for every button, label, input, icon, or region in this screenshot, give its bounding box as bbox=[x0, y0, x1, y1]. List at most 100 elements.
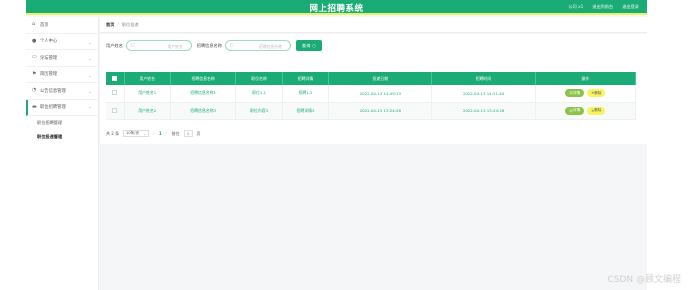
header-links: 公司 x1 退出到前台 退出登录 bbox=[568, 4, 639, 10]
submenu-item-job-delivery[interactable]: 职位投递管理 bbox=[26, 130, 98, 144]
table-cell: 招聘信息名称1 bbox=[170, 85, 237, 103]
table-cell: 招聘信息名称3 bbox=[170, 102, 237, 120]
submenu-item-job-recruitment[interactable]: 职位招聘管理 bbox=[26, 116, 98, 130]
table-cell: 2022-04-13 14:49:13 bbox=[328, 85, 433, 103]
user-icon: ● bbox=[32, 37, 37, 44]
row-checkbox-cell bbox=[106, 85, 125, 103]
table-cell: 招聘详情3 bbox=[282, 102, 330, 120]
chevron-down-icon: ⌄ bbox=[88, 89, 92, 94]
column-header: 招聘信息名称 bbox=[170, 72, 237, 85]
table-row: 用户姓名1 招聘信息名称1 职位1.1 招聘1.2 2022-04-13 14:… bbox=[106, 85, 637, 103]
search-label-username: 用户姓名 bbox=[106, 42, 123, 48]
sidebar-item-forum[interactable]: ▭ 论坛管理 ⌄ bbox=[26, 50, 98, 67]
prev-page-icon[interactable]: ‹ bbox=[153, 131, 155, 136]
next-page-icon[interactable]: › bbox=[166, 131, 168, 136]
search-bar: 用户姓名 ○ 用户姓名 招聘信息名称 ○ 招聘信息名称 查询 ○ bbox=[106, 40, 322, 51]
sidebar-item-label: 公告信息管理 bbox=[40, 88, 66, 94]
select-all-checkbox-cell bbox=[106, 72, 125, 85]
input-placeholder: 招聘信息名称 bbox=[259, 44, 282, 49]
sidebar-item-personal-center[interactable]: ● 个人中心 ⌄ bbox=[26, 34, 98, 50]
table-cell: 2022-04-13 13:24:28 bbox=[431, 102, 536, 120]
page-size-value: 10条/页 bbox=[126, 131, 140, 135]
chevron-up-icon: ⌃ bbox=[88, 105, 92, 111]
column-header: 投递日期 bbox=[328, 72, 433, 85]
header-link-logout[interactable]: 退出登录 bbox=[622, 4, 639, 10]
column-header: 用户姓名 bbox=[124, 72, 171, 85]
content-panel: 用户姓名 ○ 用户姓名 招聘信息名称 ○ 招聘信息名称 查询 ○ 用户姓名 招聘… bbox=[100, 34, 647, 144]
watermark: CSDN @顾文编程 bbox=[607, 275, 681, 285]
breadcrumb-home[interactable]: 首页 bbox=[106, 22, 114, 28]
sidebar-item-home[interactable]: ⌂ 首页 bbox=[26, 17, 98, 34]
detail-button[interactable]: ☺ 详情 bbox=[565, 106, 585, 115]
job-info-search-input[interactable]: ○ 招聘信息名称 bbox=[224, 40, 291, 51]
page-unit-label: 页 bbox=[196, 130, 201, 136]
detail-button-label: 详情 bbox=[572, 108, 581, 112]
sidebar: ⌂ 首页 ● 个人中心 ⌄ ▭ 论坛管理 ⌄ ⚑ 简历管理 ⌄ ◔ 公告信息管理… bbox=[26, 17, 99, 290]
page-size-select[interactable]: 10条/页 ⌄ bbox=[123, 130, 150, 137]
pagination: 共 2 条 10条/页 ⌄ ‹ 1 › 前往 1 页 bbox=[106, 130, 201, 137]
sidebar-item-label: 简历管理 bbox=[40, 72, 58, 78]
search-icon: ○ bbox=[229, 43, 234, 48]
table-row: 用户姓名2 招聘信息名称3 职位内容3 招聘详情3 2022-04-13 13:… bbox=[106, 102, 637, 120]
search-label-job-info: 招聘信息名称 bbox=[196, 42, 222, 48]
chevron-down-icon: ⌄ bbox=[88, 56, 92, 61]
pagination-total: 共 2 条 bbox=[106, 130, 120, 136]
breadcrumb: 首页 / 职位投递 bbox=[100, 17, 647, 33]
column-header: 操作 bbox=[535, 72, 637, 85]
column-header: 职位名称 bbox=[235, 72, 283, 85]
sidebar-item-notice[interactable]: ◔ 公告信息管理 ⌄ bbox=[26, 83, 98, 100]
goto-page-input[interactable]: 1 bbox=[183, 130, 193, 137]
table-cell: 用户姓名2 bbox=[124, 102, 171, 120]
delete-button[interactable]: ✕ 删除 bbox=[587, 89, 606, 98]
page-number[interactable]: 1 bbox=[159, 131, 162, 136]
header-link-frontend[interactable]: 退出到前台 bbox=[592, 4, 613, 10]
username-search-input[interactable]: ○ 用户姓名 bbox=[125, 40, 192, 51]
delete-button[interactable]: ✕ 删除 bbox=[587, 106, 606, 115]
table-header-row: 用户姓名 招聘信息名称 职位名称 招聘详情 投递日期 招聘时间 操作 bbox=[106, 72, 637, 85]
table-cell: 2022-04-13 14:51:40 bbox=[431, 85, 536, 103]
input-placeholder: 用户姓名 bbox=[167, 44, 183, 49]
top-header: 网上招聘系统 公司 x1 退出到前台 退出登录 bbox=[26, 0, 647, 15]
sidebar-item-label: 个人中心 bbox=[40, 39, 58, 45]
row-checkbox-cell bbox=[106, 102, 125, 120]
sidebar-item-resume[interactable]: ⚑ 简历管理 ⌄ bbox=[26, 67, 98, 83]
table-cell: 用户姓名1 bbox=[124, 85, 171, 103]
table-cell: 职位1.1 bbox=[235, 85, 283, 103]
row-checkbox[interactable] bbox=[112, 90, 118, 96]
notice-icon: ◔ bbox=[32, 87, 37, 94]
goto-label: 前往 bbox=[171, 130, 180, 136]
table-cell-actions: ☺ 详情 ✕ 删除 bbox=[535, 85, 637, 103]
table-cell-actions: ☺ 详情 ✕ 删除 bbox=[535, 102, 637, 120]
breadcrumb-current: 职位投递 bbox=[121, 21, 139, 27]
forum-icon: ▭ bbox=[32, 54, 37, 61]
select-all-checkbox[interactable] bbox=[112, 75, 118, 81]
delete-button-label: 删除 bbox=[594, 108, 602, 112]
app-window: 网上招聘系统 公司 x1 退出到前台 退出登录 ⌂ 首页 ● 个人中心 ⌄ ▭ … bbox=[26, 0, 647, 290]
column-header: 招聘详情 bbox=[282, 72, 330, 85]
header-link-company[interactable]: 公司 x1 bbox=[568, 4, 583, 10]
sidebar-item-label: 论坛管理 bbox=[40, 55, 58, 61]
flag-icon: ⚑ bbox=[32, 70, 37, 77]
sidebar-item-label: 职位招聘管理 bbox=[40, 105, 66, 111]
data-table: 用户姓名 招聘信息名称 职位名称 招聘详情 投递日期 招聘时间 操作 用户姓名1… bbox=[106, 72, 637, 120]
site-title: 网上招聘系统 bbox=[309, 4, 364, 14]
chevron-down-icon: ⌄ bbox=[88, 39, 92, 45]
search-button-label: 查询 bbox=[301, 42, 311, 48]
sidebar-item-job-recruitment[interactable]: ▬ 职位招聘管理 ⌃ bbox=[26, 99, 98, 116]
table-cell: 职位内容3 bbox=[235, 102, 283, 120]
row-checkbox[interactable] bbox=[112, 107, 118, 113]
column-header: 招聘时间 bbox=[431, 72, 536, 85]
detail-button-label: 详情 bbox=[572, 90, 581, 95]
search-icon: ○ bbox=[130, 43, 135, 48]
search-button[interactable]: 查询 ○ bbox=[295, 40, 322, 51]
table-cell: 招聘1.2 bbox=[282, 85, 330, 103]
sidebar-item-label: 首页 bbox=[40, 22, 49, 28]
breadcrumb-separator: / bbox=[117, 22, 119, 27]
sidebar-submenu: 职位招聘管理 职位投递管理 bbox=[26, 116, 98, 144]
chevron-down-icon: ⌄ bbox=[143, 132, 147, 136]
table-cell: 2022-04-13 13:24:28 bbox=[328, 102, 433, 120]
search-icon: ○ bbox=[312, 43, 316, 48]
folder-icon: ▬ bbox=[32, 103, 37, 110]
detail-button[interactable]: ☺ 详情 bbox=[565, 89, 585, 98]
home-icon: ⌂ bbox=[32, 21, 36, 28]
